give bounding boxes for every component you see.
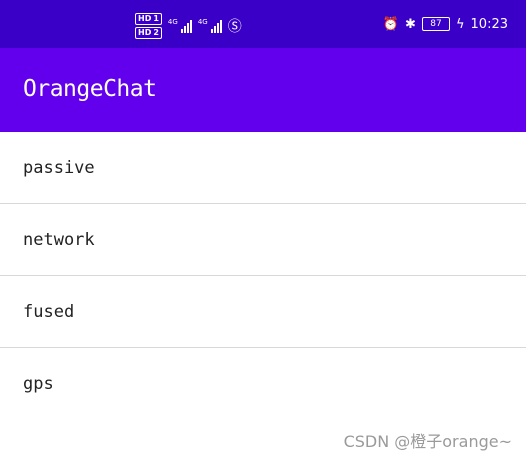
bluetooth-icon: ✱	[405, 16, 416, 32]
list-item-fused[interactable]: fused	[0, 276, 526, 348]
list-item-passive[interactable]: passive	[0, 132, 526, 204]
clock: 10:23	[470, 16, 508, 32]
hd-badge-sim2: HD 2	[135, 27, 162, 39]
status-right: ⏰ ✱ 87 ϟ 10:23	[383, 14, 508, 34]
hd-badge-sim1: HD 1	[135, 13, 162, 25]
app-bar: OrangeChat	[0, 48, 526, 132]
signal-icon-sim1: 4G	[168, 19, 192, 33]
list-item-label: fused	[23, 302, 75, 322]
status-left: HD 1 HD 2 4G 4G Ⓢ	[135, 13, 242, 39]
hd-badges: HD 1 HD 2	[135, 13, 162, 39]
app-title: OrangeChat	[23, 76, 157, 102]
list-item-label: gps	[23, 374, 54, 394]
battery-level: 87	[430, 19, 442, 29]
provider-list: passive network fused gps	[0, 132, 526, 419]
list-item-network[interactable]: network	[0, 204, 526, 276]
status-bar: HD 1 HD 2 4G 4G Ⓢ ⏰ ✱ 87 ϟ 10:23	[0, 0, 526, 48]
signal-icon-sim2: 4G	[198, 19, 222, 33]
list-item-label: passive	[23, 158, 95, 178]
alarm-icon: ⏰	[382, 16, 400, 32]
watermark: CSDN @橙子orange~	[343, 432, 512, 451]
charging-icon: ϟ	[455, 16, 465, 32]
data-saver-icon: Ⓢ	[227, 19, 242, 35]
list-item-gps[interactable]: gps	[0, 348, 526, 419]
battery-icon: 87	[421, 17, 450, 31]
list-item-label: network	[23, 230, 95, 250]
